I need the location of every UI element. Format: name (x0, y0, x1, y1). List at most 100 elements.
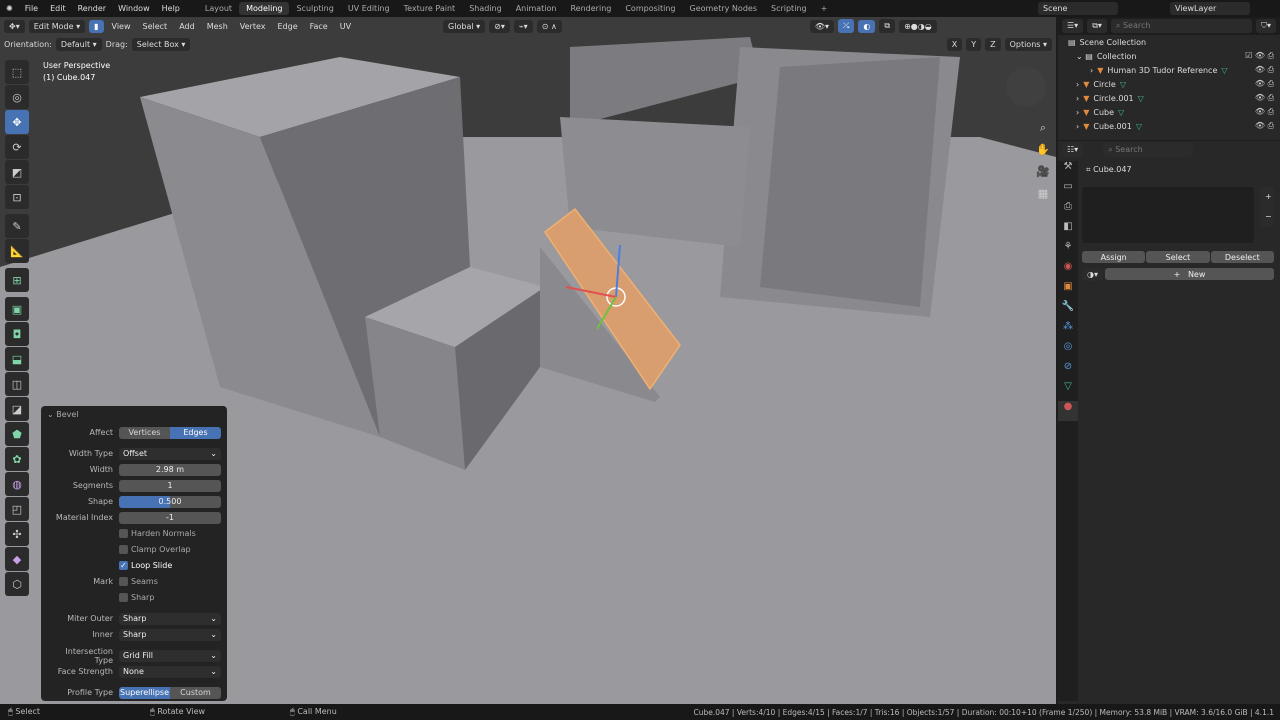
transform-icon[interactable]: ⊡ (5, 185, 29, 209)
rotate-icon[interactable]: ⟳ (5, 135, 29, 159)
shrink-icon[interactable]: ✣ (5, 522, 29, 546)
modifiers-tab-icon[interactable]: 🔧 (1058, 301, 1078, 321)
add-slot-button[interactable]: + (1260, 187, 1274, 207)
grid-icon[interactable]: ▦ (1034, 183, 1052, 205)
visibility-icon[interactable]: 👁 ⎙ (1255, 93, 1274, 103)
outliner-item[interactable]: › ▼ Cube ▽ 👁 ⎙ (1058, 105, 1280, 119)
menu-vertex[interactable]: Vertex (236, 22, 270, 31)
mirror-z-button[interactable]: Z (985, 37, 1001, 51)
mode-selector[interactable]: Edit Mode ▾ (28, 19, 86, 33)
add-workspace-button[interactable]: + (814, 2, 835, 15)
material-slots-list[interactable] (1082, 187, 1254, 243)
width-field[interactable]: 2.98 m (119, 463, 221, 476)
affect-vertices-button[interactable]: Vertices (119, 426, 170, 439)
intersection-type-dropdown[interactable]: Grid Fill ⌄ (119, 649, 221, 662)
cursor-icon[interactable]: ◎ (5, 85, 29, 109)
tab-rendering[interactable]: Rendering (563, 2, 618, 15)
width-type-dropdown[interactable]: Offset ⌄ (119, 447, 221, 460)
tool-tab-icon[interactable]: ⚒ (1058, 161, 1078, 181)
outliner-filter-view-icon[interactable]: ⧉▾ (1087, 19, 1107, 33)
scene-selector[interactable]: Scene (1038, 2, 1118, 15)
menu-help[interactable]: Help (156, 4, 186, 13)
miter-inner-dropdown[interactable]: Sharp ⌄ (119, 628, 221, 641)
mirror-x-button[interactable]: X (946, 37, 963, 51)
outliner-display-mode-icon[interactable]: ☰▾ (1062, 19, 1084, 33)
tab-modeling[interactable]: Modeling (239, 2, 290, 15)
proportional-edit-icon[interactable]: ⊙ ∧ (536, 19, 562, 33)
menu-edit[interactable]: Edit (44, 4, 72, 13)
tab-animation[interactable]: Animation (509, 2, 564, 15)
annotate-icon[interactable]: ✎ (5, 214, 29, 238)
affect-edges-button[interactable]: Edges (170, 426, 221, 439)
shape-slider[interactable]: 0.500 (119, 495, 221, 508)
visibility-icon[interactable]: 👁 ⎙ (1255, 65, 1274, 75)
tab-texture-paint[interactable]: Texture Paint (397, 2, 463, 15)
menu-edge[interactable]: Edge (273, 22, 301, 31)
camera-icon[interactable]: 🎥 (1034, 161, 1052, 183)
miter-outer-dropdown[interactable]: Sharp ⌄ (119, 612, 221, 625)
filter-icon[interactable]: ⛉▾ (1255, 19, 1276, 33)
pan-hand-icon[interactable]: ✋ (1034, 139, 1052, 161)
smooth-icon[interactable]: ◍ (5, 472, 29, 496)
menu-file[interactable]: File (19, 4, 44, 13)
select-box-icon[interactable]: ⬚ (5, 60, 29, 84)
outliner-item[interactable]: › ▼ Human 3D Tudor Reference ▽ 👁 ⎙ (1058, 63, 1280, 77)
physics-tab-icon[interactable]: ◎ (1058, 341, 1078, 361)
visibility-icon[interactable]: 👁▾ (809, 19, 834, 33)
add-cube-icon[interactable]: ⊞ (5, 268, 29, 292)
drag-selector[interactable]: Select Box ▾ (131, 37, 191, 51)
tab-shading[interactable]: Shading (462, 2, 509, 15)
scene-collection-row[interactable]: ▤ Scene Collection (1058, 35, 1280, 49)
harden-normals-checkbox[interactable]: Harden Normals (119, 529, 196, 539)
properties-search-input[interactable]: ⌕ Search (1103, 143, 1194, 157)
output-tab-icon[interactable]: ⎙ (1058, 201, 1078, 221)
menu-select[interactable]: Select (139, 22, 172, 31)
view-layer-tab-icon[interactable]: ◧ (1058, 221, 1078, 241)
shear-icon[interactable]: ◆ (5, 547, 29, 571)
knife-icon[interactable]: ◪ (5, 397, 29, 421)
gizmo-toggle-icon[interactable]: ⤯ (837, 19, 855, 33)
deselect-button[interactable]: Deselect (1210, 251, 1274, 263)
snap-icon[interactable]: ⌁▾ (513, 19, 533, 33)
visibility-icon[interactable]: 👁 ⎙ (1255, 107, 1274, 117)
tab-compositing[interactable]: Compositing (618, 2, 682, 15)
loop-cut-icon[interactable]: ◫ (5, 372, 29, 396)
tab-layout[interactable]: Layout (198, 2, 239, 15)
scale-icon[interactable]: ◩ (5, 160, 29, 184)
scene-tab-icon[interactable]: ⚘ (1058, 241, 1078, 261)
profile-custom-button[interactable]: Custom (170, 686, 221, 699)
segments-field[interactable]: 1 (119, 479, 221, 492)
loop-slide-checkbox[interactable]: ✓ Loop Slide (119, 561, 172, 571)
zoom-icon[interactable]: ⌕ (1034, 117, 1052, 139)
spin-icon[interactable]: ✿ (5, 447, 29, 471)
material-tab-icon[interactable]: ● (1058, 401, 1078, 421)
clamp-overlap-checkbox[interactable]: Clamp Overlap (119, 545, 191, 555)
menu-add[interactable]: Add (175, 22, 199, 31)
constraints-tab-icon[interactable]: ⊘ (1058, 361, 1078, 381)
menu-render[interactable]: Render (72, 4, 112, 13)
xray-icon[interactable]: ⧉ (879, 19, 896, 33)
menu-view[interactable]: View (108, 22, 135, 31)
move-icon[interactable]: ✥ (5, 110, 29, 134)
orientation-selector[interactable]: Default ▾ (55, 37, 102, 51)
mark-sharp-checkbox[interactable]: Sharp (119, 593, 154, 603)
tab-sculpting[interactable]: Sculpting (289, 2, 340, 15)
shading-modes-icon[interactable]: ⊕●◑◒ (899, 19, 937, 33)
select-mode-edge-button[interactable]: ▮ (89, 19, 104, 33)
transform-orientation-selector[interactable]: Global ▾ (443, 19, 486, 33)
outliner-item[interactable]: › ▼ Circle.001 ▽ 👁 ⎙ (1058, 91, 1280, 105)
rip-icon[interactable]: ⬡ (5, 572, 29, 596)
render-tab-icon[interactable]: ▭ (1058, 181, 1078, 201)
pivot-icon[interactable]: ⊘▾ (489, 19, 510, 33)
view-layer-selector[interactable]: ViewLayer (1170, 2, 1250, 15)
material-index-field[interactable]: -1 (119, 511, 221, 524)
menu-uv[interactable]: UV (336, 22, 355, 31)
overlay-toggle-icon[interactable]: ◐ (858, 19, 876, 33)
world-tab-icon[interactable]: ◉ (1058, 261, 1078, 281)
outliner-item[interactable]: › ▼ Circle ▽ 👁 ⎙ (1058, 77, 1280, 91)
menu-mesh[interactable]: Mesh (203, 22, 232, 31)
select-button[interactable]: Select (1146, 251, 1210, 263)
menu-face[interactable]: Face (306, 22, 332, 31)
remove-slot-button[interactable]: − (1260, 207, 1274, 227)
collection-row[interactable]: ⌄ ▤ Collection ☑ 👁 ⎙ (1058, 49, 1280, 63)
